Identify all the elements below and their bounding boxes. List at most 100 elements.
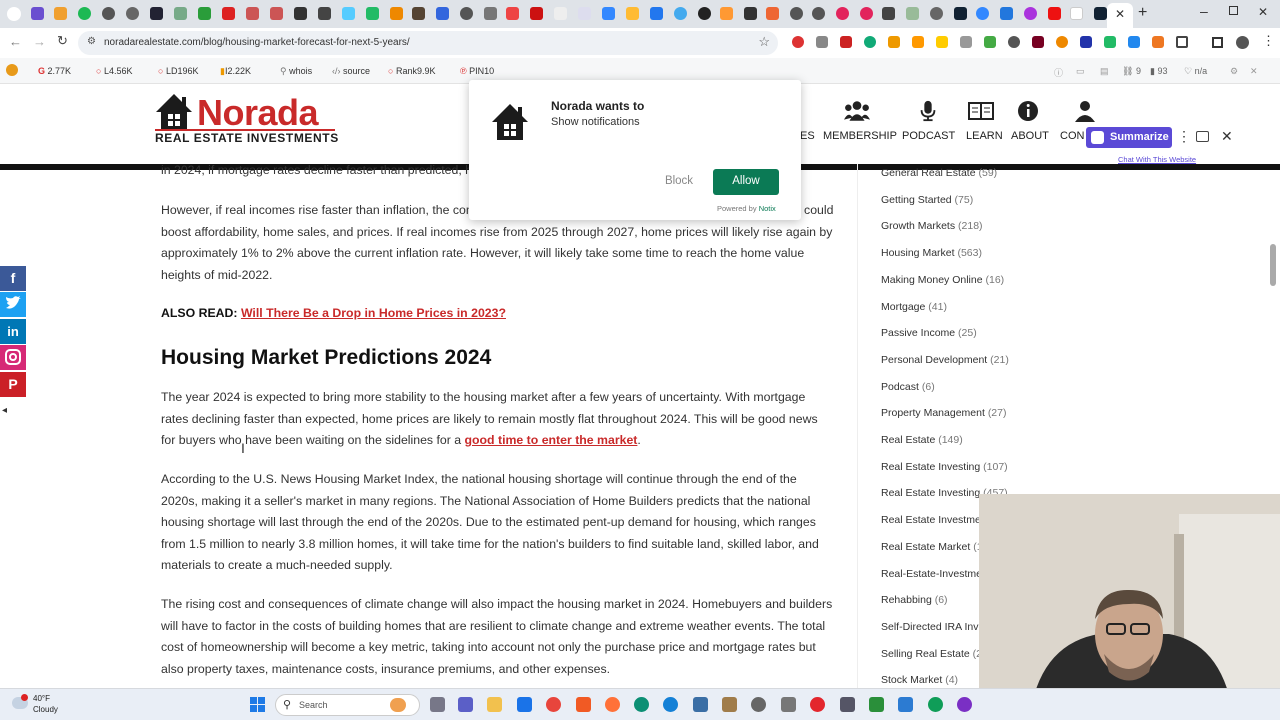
app-icon[interactable]: [869, 697, 884, 712]
chat-with-website-link[interactable]: Chat With This Website: [1118, 155, 1196, 164]
tab-icon[interactable]: [484, 7, 497, 20]
tab-icon[interactable]: [198, 7, 211, 20]
tab-icon[interactable]: [54, 7, 67, 20]
pinterest-metric[interactable]: ℗ PIN10: [460, 66, 494, 76]
tab-icon[interactable]: [390, 7, 403, 20]
extension-icon[interactable]: [1080, 36, 1092, 48]
ext-tool-icon[interactable]: ▤: [1100, 66, 1109, 77]
twitter-share-icon[interactable]: [0, 292, 26, 317]
rank-metric[interactable]: ○ Rank9.9K: [388, 66, 435, 76]
tab-icon[interactable]: [318, 7, 331, 20]
settings-app-icon[interactable]: [751, 697, 766, 712]
sidebar-category-item[interactable]: Personal Development (21): [881, 354, 1009, 366]
sidebar-category-item[interactable]: Mortgage (41): [881, 301, 947, 313]
tab-icon[interactable]: [366, 7, 379, 20]
weather-temperature[interactable]: 40°F: [33, 694, 50, 703]
nav-item-partial[interactable]: ES: [800, 130, 815, 142]
tab-icon[interactable]: [530, 7, 543, 20]
source-link[interactable]: ‹/› source: [332, 66, 370, 76]
tab-icon[interactable]: [812, 7, 825, 20]
firefox-icon[interactable]: [605, 697, 620, 712]
extension-icon[interactable]: [984, 36, 996, 48]
tab-icon[interactable]: [860, 7, 873, 20]
sidebar-category-item[interactable]: Real Estate Investmen: [881, 514, 987, 526]
page-count[interactable]: ▮ 93: [1150, 66, 1167, 77]
powered-by-brand[interactable]: Notix: [759, 204, 776, 213]
linkedin-share-icon[interactable]: in: [0, 319, 26, 344]
sidebar-category-item[interactable]: Property Management (27): [881, 407, 1007, 419]
sidebar-category-item[interactable]: Housing Market (563): [881, 247, 982, 259]
tab-icon[interactable]: [126, 7, 139, 20]
nav-contact[interactable]: CON: [1060, 130, 1084, 142]
tab-icon[interactable]: [150, 7, 163, 20]
new-tab-icon[interactable]: +: [1138, 4, 1147, 22]
active-tab[interactable]: ✕: [1107, 3, 1133, 28]
chrome-active-icon[interactable]: [928, 697, 943, 712]
widget-close-icon[interactable]: ✕: [1221, 128, 1233, 145]
tab-icon[interactable]: [78, 7, 91, 20]
weather-condition[interactable]: Cloudy: [33, 705, 58, 714]
back-icon[interactable]: ←: [9, 34, 22, 49]
nav-about[interactable]: ABOUT: [1011, 130, 1049, 142]
teams-icon[interactable]: [458, 697, 473, 712]
nav-membership[interactable]: MEMBERSHIP: [823, 130, 897, 142]
sidebar-category-item[interactable]: Selling Real Estate (29: [881, 648, 988, 660]
info-icon[interactable]: ⓘ: [1054, 66, 1063, 79]
tab-icon[interactable]: [1000, 7, 1013, 20]
also-read-link[interactable]: Will There Be a Drop in Home Prices in 2…: [241, 306, 506, 320]
tab-icon[interactable]: [836, 7, 849, 20]
sidebar-category-item[interactable]: Passive Income (25): [881, 327, 977, 339]
site-info-icon[interactable]: ⚙: [87, 36, 96, 47]
app-icon[interactable]: [957, 697, 972, 712]
tab-icon[interactable]: [906, 7, 919, 20]
minimize-icon[interactable]: –: [1200, 3, 1208, 19]
tab-icon[interactable]: [270, 7, 283, 20]
tab-icon[interactable]: [954, 7, 967, 20]
google-index-metric[interactable]: G 2.77K: [38, 66, 71, 76]
whois-link[interactable]: ⚲ whois: [280, 66, 312, 77]
sidebar-category-item[interactable]: Real Estate Investing (107): [881, 461, 1008, 473]
link-count[interactable]: ⛓ 9: [1122, 66, 1141, 77]
extension-icon[interactable]: [1128, 36, 1140, 48]
extension-icon[interactable]: [864, 36, 876, 48]
tab-icon[interactable]: [1094, 7, 1107, 20]
bookmark-star-icon[interactable]: ☆: [758, 34, 770, 50]
app-icon[interactable]: [781, 697, 796, 712]
tab-icon[interactable]: [222, 7, 235, 20]
close-window-icon[interactable]: ✕: [1258, 5, 1268, 19]
restore-icon[interactable]: [1229, 6, 1238, 15]
edge-icon[interactable]: [634, 697, 649, 712]
tab-icon[interactable]: [174, 7, 187, 20]
tab-icon[interactable]: [650, 7, 663, 20]
close-tab-icon[interactable]: ✕: [1115, 7, 1125, 21]
tab-icon[interactable]: [744, 7, 757, 20]
tab-icon[interactable]: [294, 7, 307, 20]
index-metric[interactable]: ▮I2.22K: [220, 66, 251, 77]
block-button[interactable]: Block: [659, 169, 699, 193]
file-explorer-icon[interactable]: [487, 697, 502, 712]
tab-icon[interactable]: [674, 7, 687, 20]
tab-icon[interactable]: [31, 7, 44, 20]
tab-icon[interactable]: [602, 7, 615, 20]
ext-tool-icon[interactable]: ▭: [1076, 66, 1085, 77]
tab-icon[interactable]: [1070, 7, 1083, 20]
extension-icon[interactable]: [1008, 36, 1020, 48]
archive-icon[interactable]: [722, 697, 737, 712]
tab-icon[interactable]: [1024, 7, 1037, 20]
windows-start-icon[interactable]: [250, 697, 265, 712]
tab-icon[interactable]: [930, 7, 943, 20]
nav-podcast[interactable]: PODCAST: [902, 130, 955, 142]
sidebar-category-item[interactable]: Getting Started (75): [881, 194, 973, 206]
side-panel-icon[interactable]: [1212, 37, 1223, 48]
reload-icon[interactable]: ↻: [57, 33, 68, 49]
extension-icon[interactable]: [912, 36, 924, 48]
tab-icon[interactable]: [882, 7, 895, 20]
pinterest-share-icon[interactable]: P: [0, 372, 26, 397]
tab-icon[interactable]: [342, 7, 355, 20]
tab-icon[interactable]: [1048, 7, 1061, 20]
mail-icon[interactable]: [517, 697, 532, 712]
extension-icon[interactable]: [840, 36, 852, 48]
enter-market-link[interactable]: good time to enter the market: [465, 433, 638, 447]
sidebar-category-item[interactable]: Real-Estate-Investmen: [881, 568, 988, 580]
logo-title[interactable]: Norada: [197, 92, 319, 134]
